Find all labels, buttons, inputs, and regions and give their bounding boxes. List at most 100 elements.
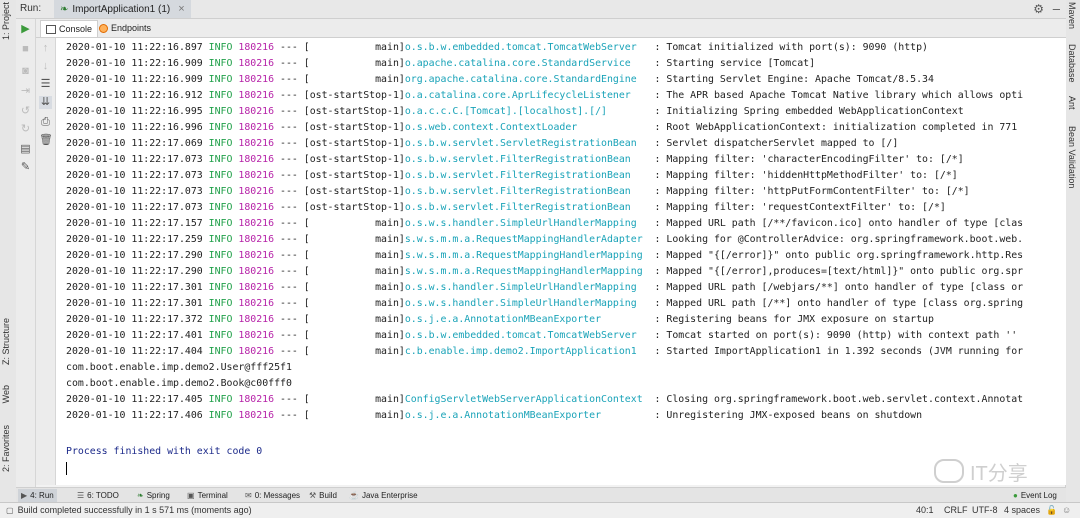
log-logger: o.s.j.e.a.AnnotationMBeanExporter: [404, 314, 602, 325]
tool-window-spring[interactable]: ❧ Spring: [134, 489, 173, 502]
log-line: 2020-01-10 11:22:17.073 INFO 180216 --- [ost…: [66, 200, 946, 216]
log-pid: 180216: [238, 42, 275, 53]
maven-tool-button[interactable]: Maven: [1067, 2, 1077, 29]
tool-window-todo-label: 6: TODO: [87, 491, 119, 500]
watermark-text: IT分享: [970, 462, 1028, 485]
log-level: INFO: [208, 154, 233, 165]
log-thread: [ost-startStop-1]: [303, 106, 405, 117]
trash-icon[interactable]: 🗑: [39, 134, 53, 147]
hide-panel-icon[interactable]: –: [1053, 1, 1060, 16]
log-level: INFO: [208, 138, 233, 149]
log-pid: 180216: [238, 58, 275, 69]
log-separator: ---: [280, 330, 298, 341]
log-line: 2020-01-10 11:22:17.372 INFO 180216 --- [ ma…: [66, 312, 934, 328]
tool-window-messages-label: 0: Messages: [254, 491, 301, 500]
run-icon: ▶: [21, 491, 28, 500]
restore-icon[interactable]: ↺: [19, 105, 32, 118]
log-level: INFO: [208, 74, 233, 85]
log-thread: [ost-startStop-1]: [303, 170, 405, 181]
tool-window-bar: ▶ 4: Run ☰ 6: TODO ❧ Spring ▣ Terminal ✉ 0: M…: [16, 487, 1066, 503]
file-encoding[interactable]: UTF-8: [972, 505, 998, 515]
log-thread: [ main]: [303, 298, 405, 309]
log-pid: 180216: [238, 330, 275, 341]
log-logger: o.s.b.w.servlet.FilterRegistrationBean: [404, 186, 631, 197]
scroll-to-end-icon[interactable]: ⇊: [39, 96, 52, 109]
arrow-up-icon[interactable]: ↑: [39, 42, 52, 55]
tab-console[interactable]: Console: [40, 20, 99, 37]
stop-icon[interactable]: ■: [19, 43, 32, 56]
tool-window-event-log[interactable]: ● Event Log: [1010, 489, 1060, 502]
tool-window-java-enterprise[interactable]: ☕ Java Enterprise: [346, 489, 421, 502]
log-pid: 180216: [238, 138, 275, 149]
soft-wrap-icon[interactable]: ☰: [39, 78, 52, 91]
log-timestamp: 2020-01-10 11:22:17.301: [66, 298, 203, 309]
watermark: IT分享: [934, 455, 1028, 487]
tab-endpoints[interactable]: Endpoints: [94, 20, 156, 36]
log-level: INFO: [208, 330, 233, 341]
gear-icon[interactable]: ⚙: [1033, 2, 1044, 16]
log-thread: [ main]: [303, 330, 405, 341]
log-logger: o.apache.catalina.core.StandardService: [404, 58, 631, 69]
run-toolbar: ▶ ■ ◙ ⇥ ↺ ↻ ▤ ✎: [16, 19, 36, 502]
arrow-down-icon[interactable]: ↓: [39, 60, 52, 73]
status-message[interactable]: ▢ Build completed successfully in 1 s 57…: [6, 505, 252, 515]
log-level: INFO: [208, 186, 233, 197]
bean-validation-tool-button[interactable]: Bean Validation: [1067, 126, 1077, 188]
console-output[interactable]: 2020-01-10 11:22:16.897 INFO 180216 --- [ ma…: [56, 38, 1066, 485]
status-bar: ▢ Build completed successfully in 1 s 57…: [0, 502, 1080, 518]
text-caret: [66, 462, 67, 475]
run-config-tab-label: ImportApplication1 (1): [72, 3, 171, 15]
exit-icon[interactable]: ⇥: [19, 85, 32, 98]
project-tool-button[interactable]: 1: Project: [1, 2, 11, 40]
tool-window-event-log-label: Event Log: [1020, 491, 1057, 500]
run-config-tab[interactable]: ❧ ImportApplication1 (1) ×: [54, 0, 191, 18]
close-icon[interactable]: ×: [178, 3, 184, 15]
database-tool-button[interactable]: Database: [1067, 44, 1077, 83]
tool-window-run[interactable]: ▶ 4: Run: [18, 489, 57, 502]
log-line: 2020-01-10 11:22:17.404 INFO 180216 --- [ ma…: [66, 344, 1023, 360]
print-icon[interactable]: ⎙: [39, 116, 52, 129]
tool-window-build[interactable]: ⚒ Build: [306, 489, 340, 502]
log-timestamp: 2020-01-10 11:22:16.909: [66, 58, 203, 69]
log-logger: org.apache.catalina.core.StandardEngine: [404, 74, 637, 85]
log-line: 2020-01-10 11:22:17.401 INFO 180216 --- [ ma…: [66, 328, 1017, 344]
line-separator[interactable]: CRLF: [944, 505, 968, 515]
web-tool-button[interactable]: Web: [1, 385, 11, 403]
log-separator: ---: [280, 138, 298, 149]
log-pid: 180216: [238, 74, 275, 85]
terminal-icon: ▣: [187, 491, 195, 500]
log-message: : Tomcat initialized with port(s): 9090 …: [654, 42, 928, 53]
log-thread: [ main]: [303, 234, 405, 245]
tool-window-terminal[interactable]: ▣ Terminal: [184, 489, 231, 502]
ant-tool-button[interactable]: Ant: [1067, 96, 1077, 110]
log-line: 2020-01-10 11:22:16.996 INFO 180216 --- [ost…: [66, 120, 1017, 136]
wechat-logo-icon: [934, 459, 964, 483]
lock-icon[interactable]: 🔓: [1046, 505, 1057, 516]
log-level: INFO: [208, 314, 233, 325]
log-line: 2020-01-10 11:22:16.995 INFO 180216 --- [ost…: [66, 104, 964, 120]
log-pid: 180216: [238, 90, 275, 101]
caret-position[interactable]: 40:1: [916, 505, 934, 515]
rerun-icon[interactable]: ▶: [19, 23, 32, 36]
log-level: INFO: [208, 58, 233, 69]
log-logger: o.a.catalina.core.AprLifecycleListener: [404, 90, 631, 101]
structure-tool-button[interactable]: Z: Structure: [1, 318, 11, 365]
messages-icon: ✉: [245, 491, 252, 500]
console-toolbar: ↑ ↓ ☰ ⇊ ⎙ 🗑: [36, 38, 56, 485]
camera-icon[interactable]: ◙: [19, 65, 32, 78]
tool-window-messages[interactable]: ✉ 0: Messages: [242, 489, 303, 502]
layout-icon[interactable]: ▤: [19, 143, 32, 156]
update-icon[interactable]: ↻: [19, 123, 32, 136]
tool-window-todo[interactable]: ☰ 6: TODO: [74, 489, 122, 502]
log-thread: [ main]: [303, 346, 405, 357]
log-logger: o.a.c.c.C.[Tomcat].[localhost].[/]: [404, 106, 607, 117]
pin-icon[interactable]: ✎: [19, 161, 32, 174]
log-level: INFO: [208, 170, 233, 181]
log-message: : Tomcat started on port(s): 9090 (http)…: [654, 330, 1018, 341]
indent-setting[interactable]: 4 spaces: [1004, 505, 1040, 515]
favorites-tool-button[interactable]: 2: Favorites: [1, 425, 11, 472]
log-pid: 180216: [238, 410, 275, 421]
log-pid: 180216: [238, 106, 275, 117]
event-log-icon: ●: [1013, 491, 1018, 500]
inspector-icon[interactable]: ☺: [1062, 505, 1071, 515]
